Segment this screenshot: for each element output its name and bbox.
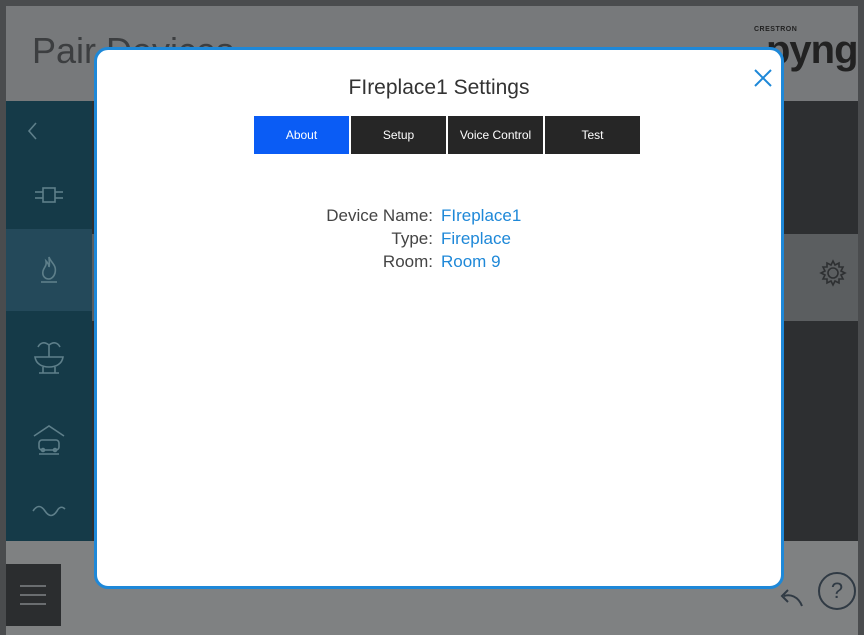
settings-tabs: About Setup Voice Control Test xyxy=(254,116,640,154)
sidebar-item-garage[interactable] xyxy=(6,403,92,477)
device-name-label: Device Name: xyxy=(326,205,433,225)
back-button[interactable] xyxy=(6,101,92,161)
help-button[interactable]: ? xyxy=(818,572,856,610)
dialog-title: FIreplace1 Settings xyxy=(348,76,530,99)
type-label: Type: xyxy=(391,228,433,248)
sidebar-item-fireplace[interactable] xyxy=(6,229,92,311)
sidebar-item-fountain[interactable] xyxy=(6,311,92,403)
settings-dialog: FIreplace1 Settings About Setup Voice Co… xyxy=(94,47,784,589)
close-icon xyxy=(754,69,772,87)
undo-icon[interactable] xyxy=(778,586,804,614)
sidebar-item-pool[interactable] xyxy=(6,477,92,541)
garage-icon xyxy=(33,425,65,455)
hamburger-icon xyxy=(20,585,46,605)
tab-voice-control[interactable]: Voice Control xyxy=(448,116,543,154)
close-button[interactable] xyxy=(752,67,774,89)
tab-setup[interactable]: Setup xyxy=(351,116,446,154)
info-row-device-name: Device Name: FIreplace1 xyxy=(97,204,781,227)
chevron-left-icon xyxy=(27,122,37,140)
sidebar-item-devices[interactable] xyxy=(6,161,92,229)
device-name-value: FIreplace1 xyxy=(441,205,522,225)
menu-button[interactable] xyxy=(6,564,61,626)
type-value: Fireplace xyxy=(441,228,511,248)
fountain-icon xyxy=(34,342,64,374)
gear-icon[interactable] xyxy=(818,258,848,292)
room-value: Room 9 xyxy=(441,251,501,271)
plug-icon xyxy=(35,187,63,203)
wave-icon xyxy=(32,505,66,517)
room-label: Room: xyxy=(382,251,433,271)
info-row-type: Type: Fireplace xyxy=(97,227,781,250)
device-info: Device Name: FIreplace1 Type: Fireplace … xyxy=(97,204,781,273)
flame-icon xyxy=(41,256,57,283)
tab-about[interactable]: About xyxy=(254,116,349,154)
tab-test[interactable]: Test xyxy=(545,116,640,154)
sidebar xyxy=(6,101,92,541)
info-row-room: Room: Room 9 xyxy=(97,250,781,273)
